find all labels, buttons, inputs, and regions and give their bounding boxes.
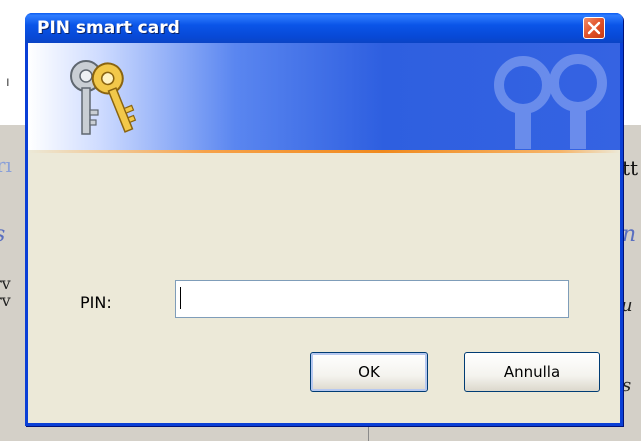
banner-accent-line — [28, 150, 620, 153]
cancel-button[interactable]: Annulla — [464, 352, 600, 392]
pin-input[interactable] — [175, 280, 569, 318]
banner-watermark-keys-icon — [494, 54, 607, 149]
background-text-fragment: tt — [622, 156, 639, 180]
background-text-line: rv — [0, 291, 11, 310]
background-text-line: rv — [0, 274, 11, 293]
pin-label: PIN: — [80, 293, 112, 312]
dialog-body: PIN: OK Annulla — [28, 43, 620, 423]
background-text-fragment: rı — [0, 153, 12, 177]
background-text-fragment: rv rv — [0, 275, 11, 309]
pin-dialog: PIN smart card PIN: OK Annulla — [25, 13, 623, 426]
ok-button[interactable]: OK — [310, 352, 428, 392]
keys-icon — [70, 60, 137, 135]
background-text-fragment: s — [0, 222, 5, 247]
text-caret — [180, 287, 181, 309]
dialog-titlebar[interactable]: PIN smart card — [25, 13, 623, 43]
background-text-fragment: s — [622, 375, 632, 396]
close-button[interactable] — [583, 17, 605, 39]
close-x-icon — [587, 21, 601, 35]
dialog-title: PIN smart card — [37, 18, 180, 38]
background-text-fragment: n — [622, 222, 637, 247]
dialog-banner — [28, 43, 620, 150]
background-text-fragment: ı — [6, 75, 10, 90]
